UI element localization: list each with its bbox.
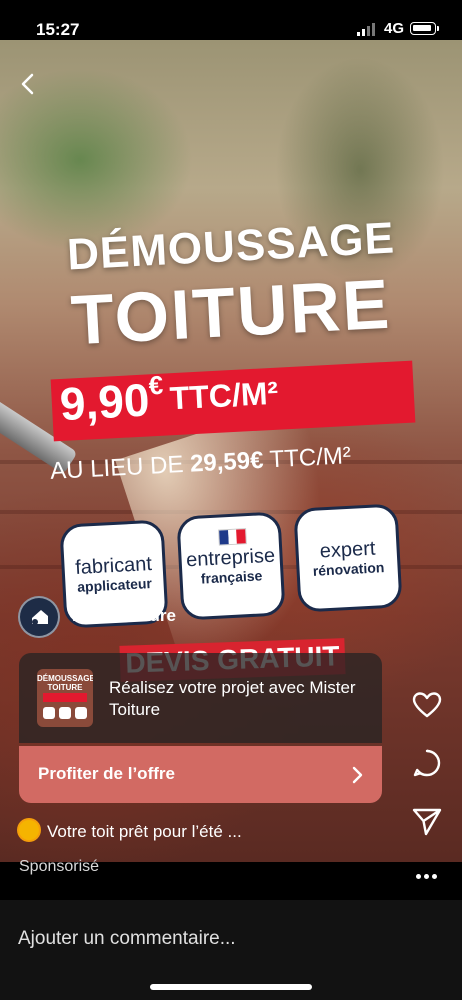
badge-entreprise: entreprise française xyxy=(176,511,286,621)
more-options-icon[interactable] xyxy=(416,866,440,884)
cta-label: Profiter de l’offre xyxy=(38,764,175,783)
signal-icon xyxy=(357,23,375,36)
badge-expert: expert rénovation xyxy=(293,503,403,613)
ad-thumbnail: DÉMOUSSAGE TOITURE xyxy=(37,669,93,727)
price-unit: TTC/M² xyxy=(168,374,279,416)
thumb-badge xyxy=(43,707,55,719)
profile-name[interactable]: mistertoiture xyxy=(72,606,176,626)
ad-card[interactable]: DÉMOUSSAGE TOITURE Réalisez votre projet… xyxy=(19,653,382,743)
sponsored-label: Sponsorisé xyxy=(19,858,100,875)
regular-price-value: 29,59€ xyxy=(189,446,265,478)
card-text: Réalisez votre projet avec Mister Toitur… xyxy=(109,678,356,719)
comment-input[interactable]: Ajouter un commentaire... xyxy=(18,928,236,950)
thumb-price-bar xyxy=(43,693,87,702)
chevron-right-icon xyxy=(352,766,363,784)
house-logo-icon xyxy=(32,610,48,625)
profiter-offre-button[interactable]: Profiter de l’offre xyxy=(19,746,382,803)
thumb-title: DÉMOUSSAGE TOITURE xyxy=(37,674,93,692)
heart-icon[interactable] xyxy=(410,688,444,722)
post-caption[interactable]: Votre toit prêt pour l’été ... xyxy=(19,820,242,842)
network-type: 4G xyxy=(384,20,405,37)
price-text: 9,90€ TTC/M² xyxy=(59,359,412,443)
price-value: 9,90 xyxy=(58,373,151,431)
avatar[interactable] xyxy=(18,596,60,638)
regular-price-suffix: TTC/M² xyxy=(262,442,352,474)
back-chevron-icon[interactable] xyxy=(18,72,38,96)
battery-cap xyxy=(437,26,439,31)
battery-icon xyxy=(410,22,436,35)
thumb-badge xyxy=(75,707,87,719)
home-indicator xyxy=(150,984,312,990)
status-time: 15:27 xyxy=(36,20,80,39)
comment-icon[interactable] xyxy=(410,746,444,780)
status-bar: 15:27 4G xyxy=(0,0,462,40)
share-send-icon[interactable] xyxy=(410,804,444,838)
sun-emoji-icon xyxy=(19,820,39,840)
caption-text: Votre toit prêt pour l’été ... xyxy=(47,822,242,841)
thumb-badge xyxy=(59,707,71,719)
ad-media[interactable]: DÉMOUSSAGE TOITURE 9,90€ TTC/M² AU LIEU D… xyxy=(0,40,462,862)
french-flag-icon xyxy=(218,528,247,546)
price-currency: € xyxy=(147,369,164,401)
